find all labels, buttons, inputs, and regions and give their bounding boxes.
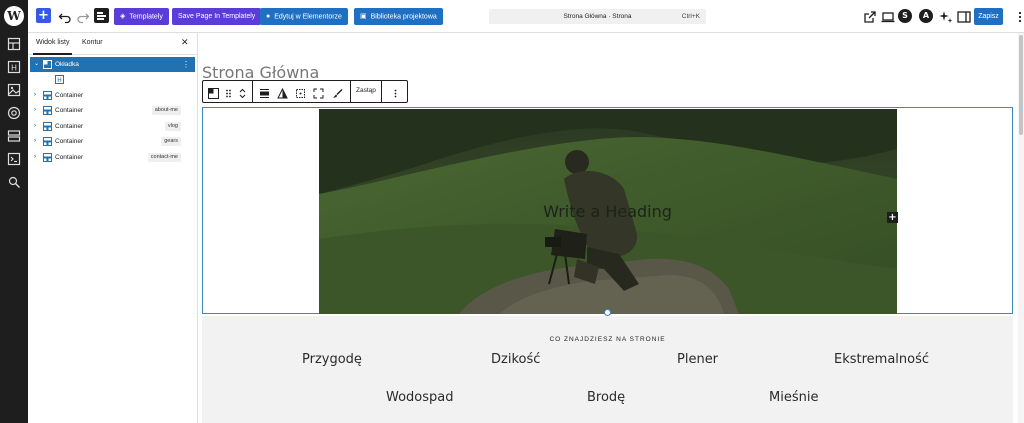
heading-block-icon: H	[55, 75, 64, 84]
keyword-item[interactable]: Plener	[677, 352, 718, 367]
align-icon[interactable]	[259, 86, 270, 98]
anchor-badge: about-me	[151, 106, 181, 115]
chevron-right-icon[interactable]: ›	[34, 134, 36, 149]
anchor-badge: vlog	[164, 122, 181, 131]
move-up-down-icon[interactable]	[237, 86, 248, 99]
svg-text:H: H	[57, 77, 62, 84]
chevron-down-icon[interactable]: ⌄	[34, 57, 39, 72]
block-toolbar: Zastąp	[202, 80, 408, 103]
elementor-icon: ●	[266, 13, 271, 20]
elementor-button[interactable]: ● Edytuj w Elementorze	[260, 8, 348, 25]
image-icon[interactable]	[7, 83, 21, 97]
svg-text:H: H	[11, 64, 17, 73]
list-view-button[interactable]	[94, 8, 109, 23]
avatar-icon[interactable]: A	[919, 9, 933, 23]
design-library-button[interactable]: ▣ Biblioteka projektowa	[354, 8, 443, 25]
layout-icon[interactable]	[7, 37, 21, 51]
list-view-tabs: Widok listy Kontur ✕	[28, 33, 198, 55]
keyword-item[interactable]: Ekstremalność	[834, 352, 929, 367]
redo-icon[interactable]	[75, 9, 91, 25]
scrollbar-thumb[interactable]	[1019, 35, 1023, 135]
editor-canvas[interactable]: Strona Główna Zastąp Write a Heading + C…	[198, 33, 1024, 423]
list-item-container[interactable]: › Container vlog	[30, 119, 195, 134]
chevron-right-icon[interactable]: ›	[34, 119, 36, 134]
focal-point-icon[interactable]	[295, 86, 306, 98]
container-block-icon	[43, 153, 52, 162]
list-item-container[interactable]: › Container about-me	[30, 103, 195, 118]
target-icon[interactable]	[7, 106, 21, 120]
tools-icon[interactable]	[7, 175, 21, 189]
list-item-container[interactable]: › Container gears	[30, 134, 195, 149]
external-link-icon[interactable]	[862, 9, 878, 25]
admin-sidebar: W H	[0, 0, 28, 423]
drag-handle-icon[interactable]	[223, 86, 234, 98]
block-toolbar-group-parent	[203, 81, 253, 102]
keyword-item[interactable]: Brodę	[587, 390, 625, 405]
settings-sidebar-icon[interactable]	[956, 9, 972, 25]
tab-outline[interactable]: Kontur	[82, 39, 103, 46]
add-block-button[interactable]: +	[36, 8, 51, 23]
save-button[interactable]: Zapisz	[974, 8, 1003, 25]
keyword-item[interactable]: Mieśnie	[769, 390, 818, 405]
chevron-right-icon[interactable]: ›	[34, 150, 36, 165]
save-templately-button[interactable]: Save Page In Templately	[172, 8, 262, 25]
undo-icon[interactable]	[57, 9, 73, 25]
list-item-container[interactable]: › Container	[30, 88, 195, 103]
command-palette-button[interactable]: Strona Główna · Strona Ctrl+K	[489, 9, 706, 24]
resize-handle[interactable]	[604, 309, 611, 316]
editor-toolbar: + ◈ Templately Save Page In Templately ● E…	[28, 0, 1024, 33]
list-item-heading[interactable]: H	[30, 72, 195, 87]
container-block-icon	[43, 122, 52, 131]
more-options-icon[interactable]	[390, 86, 401, 98]
list-item-cover[interactable]: ⌄ Okładka ⋮	[30, 57, 195, 72]
chevron-right-icon[interactable]: ›	[34, 88, 36, 103]
list-item-container[interactable]: › Container contact-me	[30, 150, 195, 165]
content-section[interactable]: CO ZNAJDZIESZ NA STRONIE Przygodę Dzikoś…	[202, 316, 1013, 423]
fullscreen-icon[interactable]	[313, 86, 324, 99]
close-icon[interactable]: ✕	[181, 37, 189, 48]
replace-button[interactable]: Zastąp	[356, 87, 376, 94]
more-options-icon[interactable]	[1012, 9, 1024, 25]
canvas-scrollbar[interactable]	[1018, 33, 1024, 423]
block-toolbar-group-replace: Zastąp	[351, 81, 382, 102]
wordpress-logo-icon[interactable]: W	[4, 6, 24, 26]
templately-button[interactable]: ◈ Templately	[114, 8, 169, 25]
anchor-badge: contact-me	[147, 153, 181, 162]
row-options-icon[interactable]: ⋮	[182, 57, 190, 72]
keyword-item[interactable]: Przygodę	[302, 352, 362, 367]
preview-device-icon[interactable]	[880, 9, 896, 25]
add-block-inline-button[interactable]: +	[887, 212, 898, 223]
tab-list-view[interactable]: Widok listy	[32, 39, 73, 55]
keyword-item[interactable]: Dzikość	[491, 352, 540, 367]
terminal-icon[interactable]	[7, 152, 21, 166]
cover-block-icon	[43, 60, 52, 69]
list-view-panel: Widok listy Kontur ✕ ⌄ Okładka ⋮ H › Con…	[28, 33, 198, 423]
keyword-item[interactable]: Wodospad	[386, 390, 454, 405]
container-block-icon	[43, 106, 52, 115]
chevron-right-icon[interactable]: ›	[34, 103, 36, 118]
section-heading[interactable]: CO ZNAJDZIESZ NA STRONIE	[202, 336, 1013, 343]
menu-block-icon[interactable]	[7, 129, 21, 143]
block-toolbar-group-controls	[253, 81, 351, 102]
jetpack-icon[interactable]: S	[898, 9, 912, 23]
contrast-icon[interactable]	[277, 86, 288, 99]
cover-block-icon[interactable]	[208, 86, 219, 99]
cover-block[interactable]: Write a Heading +	[202, 107, 1013, 316]
ai-sparkle-icon[interactable]	[938, 9, 954, 25]
templately-icon: ◈	[120, 13, 126, 20]
brush-icon[interactable]	[332, 86, 343, 98]
container-block-icon	[43, 91, 52, 100]
library-icon: ▣	[360, 13, 367, 20]
anchor-badge: gears	[161, 137, 181, 146]
container-block-icon	[43, 137, 52, 146]
heading-block-icon[interactable]: H	[7, 60, 21, 74]
